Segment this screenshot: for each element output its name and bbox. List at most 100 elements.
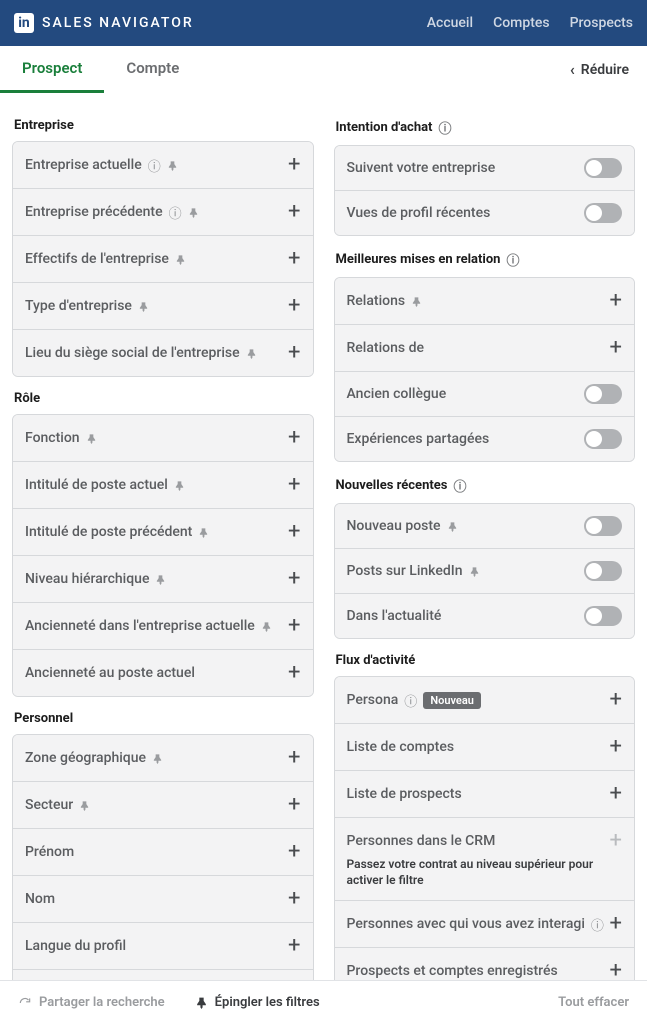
filter-interacted[interactable]: Personnes avec qui vous avez interagi ⓘ …: [335, 900, 635, 947]
filter-last-name[interactable]: Nom +: [13, 875, 313, 922]
filter-years-experience[interactable]: Années d'expérience +: [13, 969, 313, 980]
filter-headcount[interactable]: Effectifs de l'entreprise +: [13, 235, 313, 282]
help-icon[interactable]: ⓘ: [591, 915, 604, 934]
pin-icon[interactable]: [79, 799, 90, 812]
expand-icon[interactable]: +: [288, 841, 300, 863]
tab-account[interactable]: Compte: [104, 46, 201, 93]
pin-icon[interactable]: [175, 253, 186, 266]
filter-previous-title[interactable]: Intitulé de poste précédent +: [13, 508, 313, 555]
filter-label: Secteur: [25, 797, 73, 813]
pin-icon[interactable]: [261, 620, 272, 633]
pin-icon[interactable]: [152, 752, 163, 765]
help-icon[interactable]: ⓘ: [148, 156, 161, 175]
pin-icon[interactable]: [155, 573, 166, 586]
toggle[interactable]: [584, 429, 622, 449]
expand-icon[interactable]: +: [288, 342, 300, 364]
expand-icon[interactable]: +: [288, 615, 300, 637]
pin-filters-button[interactable]: Épingler les filtres: [195, 995, 320, 1010]
expand-icon[interactable]: +: [610, 689, 622, 711]
toggle[interactable]: [584, 516, 622, 536]
expand-icon[interactable]: +: [288, 248, 300, 270]
expand-icon[interactable]: +: [288, 427, 300, 449]
expand-icon[interactable]: +: [288, 935, 300, 957]
filter-recent-views[interactable]: Vues de profil récentes: [335, 190, 635, 235]
pin-icon[interactable]: [174, 479, 185, 492]
filter-seniority[interactable]: Niveau hiérarchique +: [13, 555, 313, 602]
pin-icon[interactable]: [86, 432, 97, 445]
filter-first-name[interactable]: Prénom +: [13, 828, 313, 875]
filter-tenure-role[interactable]: Ancienneté au poste actuel +: [13, 649, 313, 696]
help-icon[interactable]: ⓘ: [438, 118, 451, 137]
pin-icon[interactable]: [447, 520, 458, 533]
toggle[interactable]: [584, 606, 622, 626]
filter-relations[interactable]: Relations +: [335, 278, 635, 324]
help-icon[interactable]: ⓘ: [169, 203, 182, 222]
filter-hq-location[interactable]: Lieu du siège social de l'entreprise +: [13, 329, 313, 376]
top-nav: in SALES NAVIGATOR Accueil Comptes Prosp…: [0, 0, 647, 46]
pin-icon[interactable]: [138, 300, 149, 313]
help-icon[interactable]: ⓘ: [506, 250, 519, 269]
expand-icon[interactable]: +: [288, 295, 300, 317]
filter-saved[interactable]: Prospects et comptes enregistrés +: [335, 947, 635, 980]
filter-prospect-list[interactable]: Liste de prospects +: [335, 770, 635, 817]
filter-follow-company[interactable]: Suivent votre entreprise: [335, 146, 635, 190]
expand-icon[interactable]: +: [288, 662, 300, 684]
filter-geo[interactable]: Zone géographique +: [13, 735, 313, 781]
filter-label: Entreprise actuelle: [25, 157, 142, 173]
filter-current-company[interactable]: Entreprise actuelle ⓘ +: [13, 142, 313, 188]
expand-icon[interactable]: +: [288, 747, 300, 769]
filter-label: Lieu du siège social de l'entreprise: [25, 345, 240, 361]
toggle[interactable]: [584, 561, 622, 581]
pin-icon[interactable]: [167, 159, 178, 172]
section-title-text: Nouvelles récentes: [336, 478, 448, 493]
nav-prospects[interactable]: Prospects: [570, 15, 633, 31]
expand-icon[interactable]: +: [610, 960, 622, 980]
expand-icon[interactable]: +: [288, 474, 300, 496]
expand-icon[interactable]: +: [288, 201, 300, 223]
expand-icon[interactable]: +: [288, 568, 300, 590]
expand-icon[interactable]: +: [610, 913, 622, 935]
expand-icon[interactable]: +: [288, 888, 300, 910]
filter-shared-experiences[interactable]: Expériences partagées: [335, 416, 635, 461]
nav-home[interactable]: Accueil: [427, 15, 473, 31]
pin-icon[interactable]: [246, 347, 257, 360]
share-search-button[interactable]: Partager la recherche: [18, 995, 165, 1010]
expand-icon[interactable]: +: [610, 290, 622, 312]
filter-tenure-company[interactable]: Ancienneté dans l'entreprise actuelle +: [13, 602, 313, 649]
filter-in-news[interactable]: Dans l'actualité: [335, 593, 635, 638]
filter-label: Posts sur LinkedIn: [347, 563, 463, 579]
filter-account-list[interactable]: Liste de comptes +: [335, 723, 635, 770]
expand-icon[interactable]: +: [288, 521, 300, 543]
tab-prospect[interactable]: Prospect: [0, 46, 104, 93]
expand-icon[interactable]: +: [288, 154, 300, 176]
help-icon[interactable]: ⓘ: [453, 476, 466, 495]
filter-linkedin-posts[interactable]: Posts sur LinkedIn: [335, 548, 635, 593]
pin-icon[interactable]: [469, 565, 480, 578]
filter-new-role[interactable]: Nouveau poste: [335, 504, 635, 548]
filter-company-type[interactable]: Type d'entreprise +: [13, 282, 313, 329]
pin-icon[interactable]: [188, 206, 199, 219]
filter-previous-company[interactable]: Entreprise précédente ⓘ +: [13, 188, 313, 235]
filter-current-title[interactable]: Intitulé de poste actuel +: [13, 461, 313, 508]
pin-icon[interactable]: [198, 526, 209, 539]
filter-sector[interactable]: Secteur +: [13, 781, 313, 828]
filter-label: Personnes avec qui vous avez interagi: [347, 916, 585, 932]
toggle[interactable]: [584, 158, 622, 178]
expand-icon[interactable]: +: [610, 783, 622, 805]
toggle[interactable]: [584, 384, 622, 404]
filter-profile-language[interactable]: Langue du profil +: [13, 922, 313, 969]
filter-label: Vues de profil récentes: [347, 205, 491, 221]
help-icon[interactable]: ⓘ: [404, 691, 417, 710]
filter-relations-of[interactable]: Relations de +: [335, 324, 635, 371]
expand-icon[interactable]: +: [610, 736, 622, 758]
filter-function[interactable]: Fonction +: [13, 415, 313, 461]
nav-accounts[interactable]: Comptes: [493, 15, 550, 31]
pin-icon[interactable]: [411, 295, 422, 308]
filter-former-colleague[interactable]: Ancien collègue: [335, 371, 635, 416]
clear-all-button[interactable]: Tout effacer: [558, 995, 629, 1010]
expand-icon[interactable]: +: [288, 794, 300, 816]
collapse-button[interactable]: ‹ Réduire: [570, 62, 637, 78]
filter-persona[interactable]: Persona ⓘ Nouveau +: [335, 677, 635, 723]
expand-icon[interactable]: +: [610, 337, 622, 359]
toggle[interactable]: [584, 203, 622, 223]
